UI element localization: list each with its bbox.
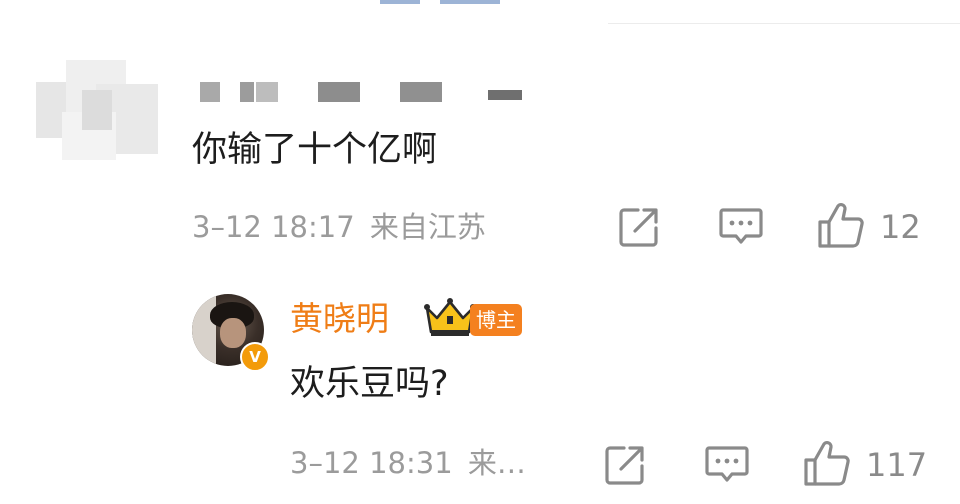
crown-icon (424, 296, 476, 338)
reply-text: 欢乐豆吗? (290, 364, 449, 404)
top-fragment (380, 0, 420, 4)
verified-badge: V (240, 342, 270, 372)
thumbs-up-icon[interactable] (816, 200, 866, 250)
comment-text: 你输了十个亿啊 (192, 130, 438, 170)
comment-icon[interactable] (718, 206, 764, 248)
share-icon[interactable] (618, 206, 660, 248)
reply-source: 来… (467, 446, 526, 480)
like-count: 12 (880, 208, 921, 246)
reply-author-name[interactable]: 黄晓明 (290, 300, 389, 338)
comment-source: 来自江苏 (369, 210, 486, 244)
thumbs-up-icon[interactable] (802, 438, 852, 488)
blurred-avatar[interactable] (36, 60, 164, 180)
like-count: 117 (866, 446, 928, 484)
divider (608, 23, 960, 24)
reply-timestamp: 3–12 18:31 (290, 446, 453, 480)
reply-time: 3–12 18:31 来… (290, 446, 526, 480)
comment-icon[interactable] (704, 444, 750, 486)
comment-time: 3–12 18:17 来自江苏 (192, 210, 486, 244)
blogger-badge: 博主 (470, 304, 522, 336)
comment-timestamp: 3–12 18:17 (192, 210, 355, 244)
top-fragment (440, 0, 500, 4)
share-icon[interactable] (604, 444, 646, 486)
